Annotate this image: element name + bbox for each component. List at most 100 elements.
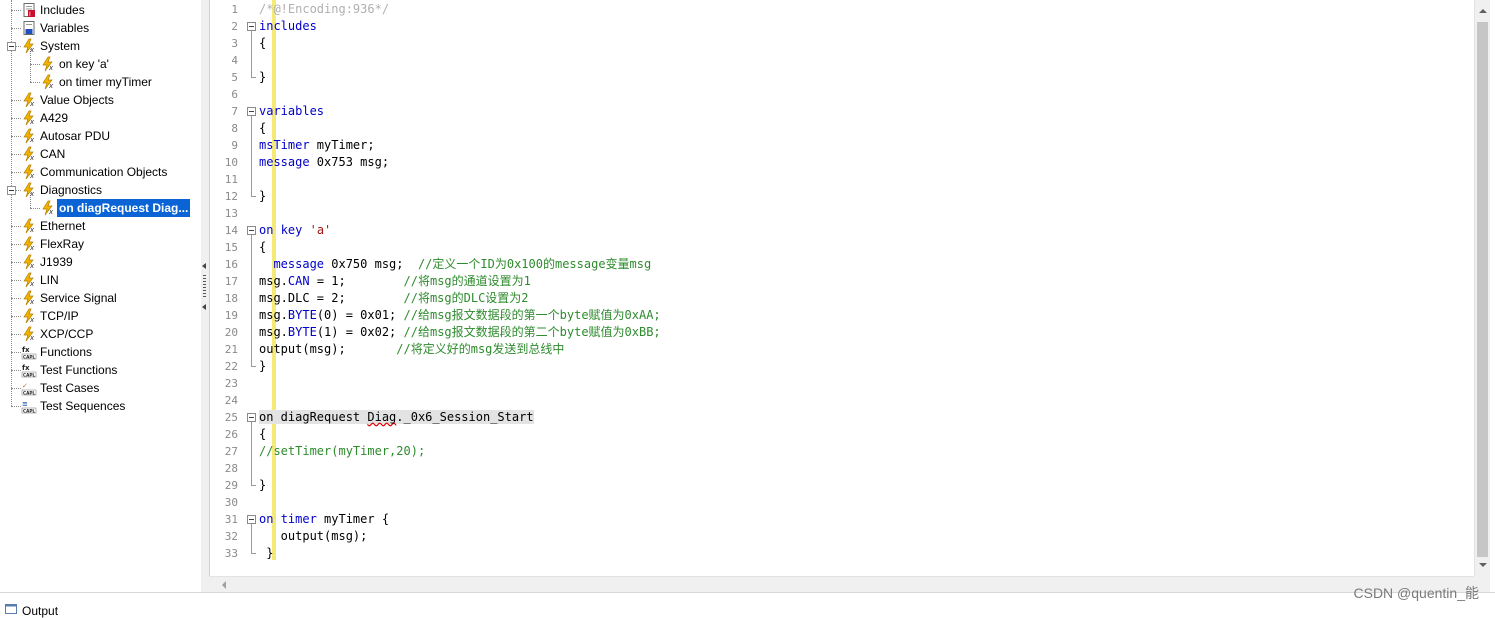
code-line[interactable]: on key 'a' — [259, 222, 331, 239]
collapse-toggle-icon[interactable] — [7, 42, 16, 51]
code-line[interactable]: msg.DLC = 2; //将msg的DLC设置为2 — [259, 290, 529, 307]
code-token: variables — [259, 104, 325, 118]
tree-connector-line — [11, 262, 21, 263]
tree-item[interactable]: x Ethernet — [21, 217, 199, 235]
tree-item[interactable]: x on timer myTimer — [40, 73, 199, 91]
code-line[interactable]: /*@!Encoding:936*/ — [259, 1, 389, 18]
line-number: 11 — [224, 173, 238, 186]
panel-splitter[interactable] — [201, 0, 209, 592]
collapse-toggle-icon[interactable] — [7, 186, 16, 195]
code-line[interactable]: //setTimer(myTimer,20); — [259, 443, 425, 460]
scroll-up-arrow-icon[interactable] — [1479, 9, 1487, 13]
line-number: 22 — [224, 360, 238, 373]
code-token: //给msg报文数据段的第一个byte赋值为0xAA; — [403, 308, 661, 322]
tree-item[interactable]: x Communication Objects — [21, 163, 199, 181]
vertical-scrollbar[interactable] — [1474, 0, 1490, 576]
code-line[interactable]: output(msg); — [259, 528, 368, 545]
code-line[interactable]: { — [259, 426, 266, 443]
tree-item[interactable]: x on diagRequest Diag... — [40, 199, 199, 217]
code-line[interactable]: } — [259, 477, 266, 494]
code-line[interactable]: on diagRequest Diag._0x6_Session_Start — [259, 409, 534, 426]
code-line[interactable]: { — [259, 239, 266, 256]
tree-item[interactable]: x TCP/IP — [21, 307, 199, 325]
tree-item[interactable]: x Diagnostics — [21, 181, 199, 199]
scroll-left-arrow-icon[interactable] — [222, 581, 226, 589]
fold-guide-line — [251, 422, 252, 485]
tree-item[interactable]: x Value Objects — [21, 91, 199, 109]
event-handler-icon: x — [21, 146, 37, 162]
tree-item-label: Test Sequences — [40, 399, 126, 413]
code-line[interactable]: msg.BYTE(1) = 0x02; //给msg报文数据段的第二个byte赋… — [259, 324, 661, 341]
tree-item-label: CAN — [40, 147, 66, 161]
tree-item[interactable]: x J1939 — [21, 253, 199, 271]
collapse-arrow-icon[interactable] — [202, 263, 206, 269]
code-line[interactable]: output(msg); //将定义好的msg发送到总线中 — [259, 341, 564, 358]
code-line[interactable]: includes — [259, 18, 317, 35]
tree-item[interactable]: x System — [21, 37, 199, 55]
event-tree-panel: I Includes Variables x System x on key 'a' x on … — [0, 0, 202, 592]
code-line[interactable]: { — [259, 35, 266, 52]
code-token: { — [259, 36, 267, 50]
code-line[interactable]: message 0x753 msg; — [259, 154, 389, 171]
line-number: 12 — [224, 190, 238, 203]
tree-item[interactable]: x FlexRay — [21, 235, 199, 253]
code-token: on — [259, 223, 274, 237]
line-number: 18 — [224, 292, 238, 305]
code-line[interactable]: message 0x750 msg; //定义一个ID为0x100的messag… — [259, 256, 651, 273]
code-line[interactable]: msg.BYTE(0) = 0x01; //给msg报文数据段的第一个byte赋… — [259, 307, 661, 324]
tree-item[interactable]: x Service Signal — [21, 289, 199, 307]
fold-guide-line — [251, 31, 252, 77]
tree-item[interactable]: I Includes — [21, 1, 199, 19]
scroll-down-arrow-icon[interactable] — [1479, 563, 1487, 567]
fold-toggle-icon[interactable] — [247, 107, 256, 116]
event-handler-icon: x — [21, 308, 37, 324]
code-line[interactable]: } — [259, 188, 266, 205]
code-line[interactable]: msTimer myTimer; — [259, 137, 375, 154]
tree-item[interactable]: fx CAPL Test Functions — [21, 361, 199, 379]
code-line[interactable]: variables — [259, 103, 324, 120]
code-line[interactable]: { — [259, 120, 266, 137]
horizontal-scrollbar[interactable] — [209, 576, 1474, 592]
code-token: { — [259, 240, 267, 254]
fold-toggle-icon[interactable] — [247, 22, 256, 31]
vertical-scroll-thumb[interactable] — [1477, 22, 1488, 557]
svg-text:x: x — [48, 64, 54, 72]
code-line[interactable]: msg.CAN = 1; //将msg的通道设置为1 — [259, 273, 531, 290]
splitter-grip — [203, 275, 206, 276]
fold-toggle-icon[interactable] — [247, 226, 256, 235]
code-token: //将定义好的msg发送到总线中 — [396, 342, 565, 356]
fold-toggle-icon[interactable] — [247, 413, 256, 422]
tree-item[interactable]: fx CAPL Functions — [21, 343, 199, 361]
line-number-gutter: 1 2 3 4 5 6 7 8 9 10 11 12 13 14 15 16 17 18 19 20 21 22 23 24 2… — [210, 0, 242, 576]
svg-text:✓: ✓ — [22, 382, 28, 390]
fold-end-marker — [251, 366, 256, 367]
svg-text:CAPL: CAPL — [23, 390, 35, 395]
code-token: { — [259, 121, 267, 135]
tree-item[interactable]: x CAN — [21, 145, 199, 163]
tree-item[interactable]: Variables — [21, 19, 199, 37]
fold-toggle-icon[interactable] — [247, 515, 256, 524]
tree-item[interactable]: x LIN — [21, 271, 199, 289]
tree-item[interactable]: ✓ CAPL Test Cases — [21, 379, 199, 397]
tree-item[interactable]: ≡ CAPL Test Sequences — [21, 397, 199, 415]
code-line[interactable]: } — [259, 69, 266, 86]
tree-connector-line — [11, 226, 21, 227]
tree-connector-line — [11, 298, 21, 299]
svg-text:x: x — [29, 316, 35, 324]
line-number: 33 — [224, 547, 238, 560]
code-line[interactable]: on timer myTimer { — [259, 511, 389, 528]
code-line[interactable]: } — [259, 358, 266, 375]
svg-text:I: I — [29, 11, 31, 18]
code-line[interactable]: } — [259, 545, 273, 562]
code-editor[interactable]: 1 2 3 4 5 6 7 8 9 10 11 12 13 14 15 16 17 18 19 20 21 22 23 24 2… — [209, 0, 1475, 576]
tree-item[interactable]: x Autosar PDU — [21, 127, 199, 145]
tree-connector-line — [11, 172, 21, 173]
tree-item[interactable]: x A429 — [21, 109, 199, 127]
collapse-arrow-icon[interactable] — [202, 304, 206, 310]
tree-item[interactable]: x XCP/CCP — [21, 325, 199, 343]
tree-item[interactable]: x on key 'a' — [40, 55, 199, 73]
fold-guide-line — [251, 235, 252, 366]
output-panel[interactable]: Output — [0, 592, 1495, 618]
